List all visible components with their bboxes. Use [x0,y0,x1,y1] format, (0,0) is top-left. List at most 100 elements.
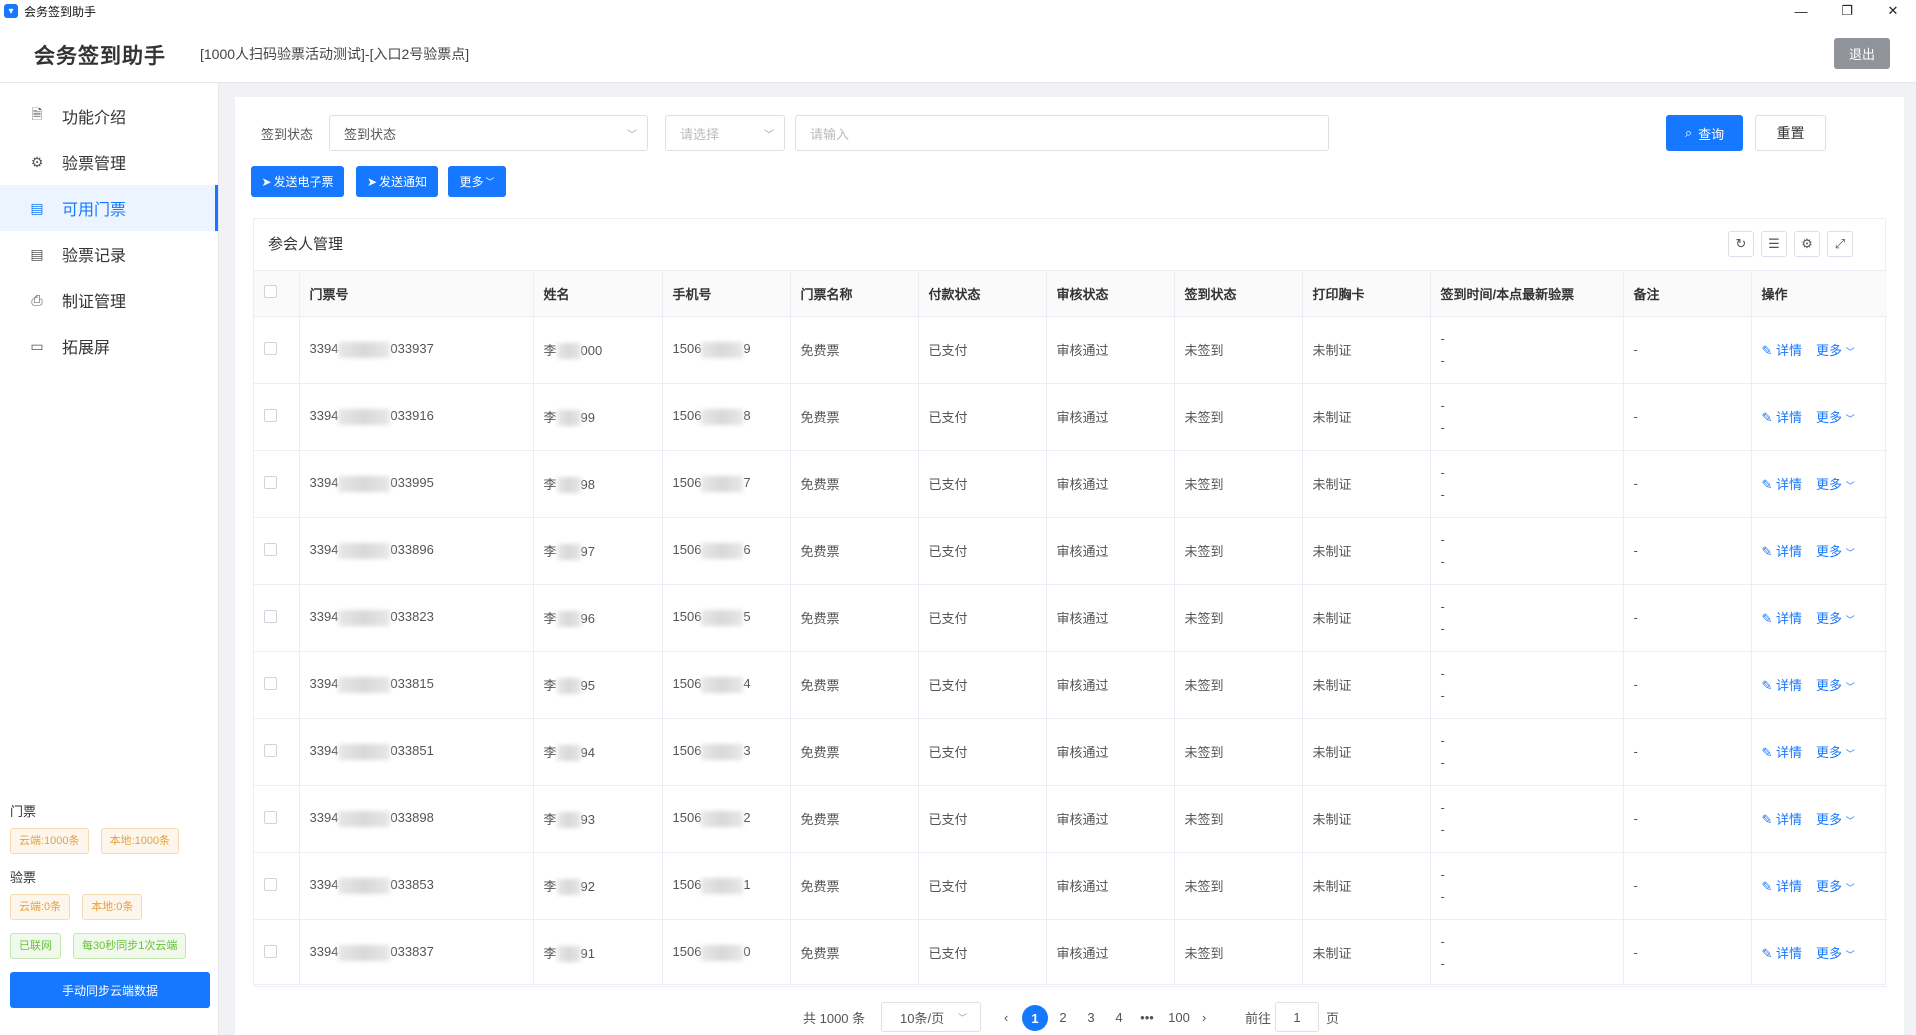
settings-icon[interactable]: ⚙ [1794,231,1820,257]
row-checkbox[interactable] [264,542,277,556]
row-more-link[interactable]: 更多 ﹀ [1816,876,1855,895]
phone-prefix: 1506 [672,877,702,893]
row-checkbox[interactable] [264,810,277,824]
column-header[interactable]: 打印胸卡 [1302,271,1431,317]
row-more-link[interactable]: 更多 ﹀ [1816,340,1855,359]
column-header[interactable]: 签到状态 [1174,271,1303,317]
page-4[interactable]: 4 [1106,1002,1132,1032]
next-page-icon[interactable]: › [1202,1002,1206,1032]
sidebar-item[interactable]: ⎙ 制证管理 [0,277,218,323]
page-3[interactable]: 3 [1078,1002,1104,1032]
audit-status-cell: 审核通过 [1046,718,1175,786]
detail-link[interactable]: ✎ 详情 [1762,407,1803,426]
minimize-icon[interactable]: — [1778,0,1824,22]
field-select[interactable]: 请选择 ﹀ [665,115,785,151]
redacted-block [338,676,391,693]
detail-link[interactable]: ✎ 详情 [1762,340,1803,359]
row-more-link[interactable]: 更多 ﹀ [1816,809,1855,828]
detail-label: 详情 [1776,812,1803,827]
page-ellipsis[interactable]: ••• [1134,1002,1160,1032]
keyword-input[interactable]: 请输入 [795,115,1329,151]
row-more-link[interactable]: 更多 ﹀ [1816,675,1855,694]
detail-link[interactable]: ✎ 详情 [1762,541,1803,560]
column-header[interactable]: 操作 [1751,271,1887,317]
column-header[interactable]: 门票号 [299,271,534,317]
row-more-link[interactable]: 更多 ﹀ [1816,742,1855,761]
sign-status-cell: 未签到 [1174,517,1303,585]
row-checkbox[interactable] [264,944,277,958]
sidebar-item[interactable]: ▤ 可用门票 [0,185,218,231]
page-1[interactable]: 1 [1022,1005,1048,1031]
print-status-cell: 未制证 [1302,919,1431,987]
manual-sync-button[interactable]: 手动同步云端数据 [10,972,210,1008]
page-2[interactable]: 2 [1050,1002,1076,1032]
row-checkbox[interactable] [264,609,277,623]
row-more-link[interactable]: 更多 ﹀ [1816,407,1855,426]
detail-link[interactable]: ✎ 详情 [1762,675,1803,694]
row-more-link[interactable]: 更多 ﹀ [1816,541,1855,560]
ticket-name-cell: 免费票 [790,852,919,920]
reset-button[interactable]: 重置 [1755,115,1826,151]
page-size-select[interactable]: 10条/页 ﹀ [881,1002,981,1032]
status-select[interactable]: 签到状态 ﹀ [329,115,648,151]
sidebar-item[interactable]: 🗎 功能介绍 [0,93,218,139]
sidebar-item[interactable]: ▭ 拓展屏 [0,323,218,369]
detail-link[interactable]: ✎ 详情 [1762,474,1803,493]
row-more-link[interactable]: 更多 ﹀ [1816,943,1855,962]
fullscreen-icon[interactable]: ⤢ [1827,231,1853,257]
name-cell: 李 98 [533,450,663,518]
logout-button[interactable]: 退出 [1834,38,1890,69]
column-header[interactable]: 备注 [1623,271,1752,317]
send-ticket-button[interactable]: ➤ 发送电子票 [251,166,344,197]
row-checkbox[interactable] [264,676,277,690]
detail-link[interactable]: ✎ 详情 [1762,876,1803,895]
payment-status-cell: 已支付 [918,517,1047,585]
row-checkbox[interactable] [264,743,277,757]
row-checkbox[interactable] [264,408,277,422]
ticket-number-cell: 3394 033815 [299,651,534,719]
restore-icon[interactable]: ❐ [1824,0,1870,22]
prev-page-icon[interactable]: ‹ [1004,1002,1008,1032]
density-icon[interactable]: ☰ [1761,231,1787,257]
print-status-cell: 未制证 [1302,785,1431,853]
chevron-down-icon: ﹀ [1845,950,1855,960]
name-cell: 李 94 [533,718,663,786]
remark-cell: - [1623,316,1752,384]
send-notice-label: 发送通知 [379,175,428,189]
phone-cell: 1506 1 [662,852,791,920]
column-header[interactable]: 签到时间/本点最新验票 [1430,271,1624,317]
column-header[interactable]: 门票名称 [790,271,919,317]
sidebar-item[interactable]: ▤ 验票记录 [0,231,218,277]
phone-prefix: 1506 [672,944,702,960]
refresh-icon[interactable]: ↻ [1728,231,1754,257]
row-checkbox[interactable] [264,341,277,355]
more-actions-button[interactable]: 更多 ﹀ [448,166,506,197]
detail-link[interactable]: ✎ 详情 [1762,809,1803,828]
phone-cell: 1506 4 [662,651,791,719]
ticket-cloud-badge: 云端:1000条 [10,828,89,854]
detail-label: 详情 [1776,544,1803,559]
column-header[interactable]: 审核状态 [1046,271,1175,317]
row-more-link[interactable]: 更多 ﹀ [1816,608,1855,627]
actions-cell: ✎ 详情 更多 ﹀ [1751,852,1887,920]
detail-link[interactable]: ✎ 详情 [1762,943,1803,962]
column-header[interactable]: 姓名 [533,271,663,317]
detail-link[interactable]: ✎ 详情 [1762,608,1803,627]
send-notice-button[interactable]: ➤ 发送通知 [356,166,438,197]
audit-status-cell: 审核通过 [1046,584,1175,652]
sidebar-item[interactable]: ⚙ 验票管理 [0,139,218,185]
query-button[interactable]: ⌕ 查询 [1666,115,1743,151]
column-header[interactable]: 手机号 [662,271,791,317]
row-more-link[interactable]: 更多 ﹀ [1816,474,1855,493]
row-checkbox[interactable] [264,475,277,489]
detail-link[interactable]: ✎ 详情 [1762,742,1803,761]
payment-status-cell: 已支付 [918,718,1047,786]
ticket-number-suffix: 033837 [390,944,434,960]
goto-input[interactable]: 1 [1275,1002,1319,1032]
close-icon[interactable]: ✕ [1870,0,1916,22]
table-row: 3394 033823 李 96 1506 5 免费票 已支付 审核通过 未签到 未制证 - - - ✎ 详… [254,584,1887,652]
page-100[interactable]: 100 [1164,1002,1194,1032]
select-all-checkbox[interactable] [264,285,277,299]
column-header[interactable]: 付款状态 [918,271,1047,317]
row-checkbox[interactable] [264,877,277,891]
